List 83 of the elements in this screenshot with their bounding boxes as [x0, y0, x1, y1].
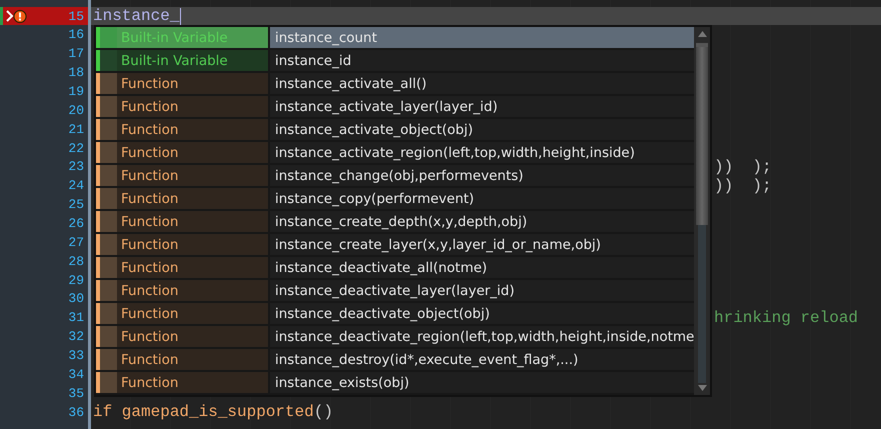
suggestion-type: Built-in Variable	[117, 50, 268, 71]
line-number: 23	[68, 159, 84, 174]
suggestion-item[interactable]: Built-in Variable instance_count	[96, 27, 694, 50]
line-number: 15	[68, 8, 84, 24]
line-number: 26	[68, 216, 84, 231]
code-text: )) );	[714, 158, 772, 176]
suggestion-item[interactable]: Function instance_deactivate_all(notme)	[96, 257, 694, 280]
line-number: 19	[68, 84, 84, 99]
suggestion-type: Function	[117, 349, 268, 370]
kind-swatch-icon	[100, 119, 117, 140]
code-text: ()	[314, 403, 334, 422]
scroll-up-icon[interactable]	[696, 29, 709, 39]
suggestion-type: Function	[117, 234, 268, 255]
kind-swatch-icon	[100, 50, 117, 71]
suggestion-item[interactable]: Function instance_exists(obj)	[96, 372, 694, 395]
suggestion-item[interactable]: Function instance_destroy(id*,execute_event_flag*,...)	[96, 349, 694, 372]
suggestion-item[interactable]: Function instance_deactivate_layer(layer_id)	[96, 280, 694, 303]
suggestion-item[interactable]: Function instance_change(obj,performevents)	[96, 165, 694, 188]
suggestion-item[interactable]: Built-in Variable instance_id	[96, 50, 694, 73]
suggestion-type: Function	[117, 211, 268, 232]
suggestion-type: Function	[117, 142, 268, 163]
suggestion-item[interactable]: Function instance_activate_object(obj)	[96, 119, 694, 142]
kind-swatch-icon	[100, 234, 117, 255]
suggestion-item[interactable]: Function instance_activate_region(left,top,width,height,inside)	[96, 142, 694, 165]
kind-swatch-icon	[100, 280, 117, 301]
suggestion-item[interactable]: Function instance_create_layer(x,y,layer_id_or_name,obj)	[96, 234, 694, 257]
kind-swatch-icon	[100, 303, 117, 324]
line-number: 25	[68, 197, 84, 212]
suggestion-type: Function	[117, 257, 268, 278]
suggestion-item[interactable]: Function instance_activate_layer(layer_id)	[96, 96, 694, 119]
suggestion-type: Built-in Variable	[117, 27, 268, 48]
kind-swatch-icon	[100, 188, 117, 209]
line-number: 18	[68, 65, 84, 80]
suggestion-type: Function	[117, 280, 268, 301]
kind-swatch-icon	[100, 372, 117, 393]
line-number: 28	[68, 254, 84, 269]
kind-swatch-icon	[100, 349, 117, 370]
suggestion-type: Function	[117, 96, 268, 117]
line-number: 24	[68, 178, 84, 194]
line-number: 34	[68, 366, 84, 382]
line-number: 35	[68, 386, 84, 401]
suggestion-item[interactable]: Function instance_activate_all()	[96, 73, 694, 96]
code-text: )) );	[714, 176, 772, 195]
kind-swatch-icon	[100, 142, 117, 163]
suggestion-item[interactable]: Function instance_copy(performevent)	[96, 188, 694, 211]
suggestion-type: Function	[117, 165, 268, 186]
suggestion-type: Function	[117, 73, 268, 94]
line-number: 21	[68, 122, 84, 137]
code-text: instance_	[93, 7, 180, 26]
line-number: 16	[68, 27, 84, 42]
suggestion-type: Function	[117, 326, 268, 347]
line-number: 22	[68, 140, 84, 156]
suggestion-type: Function	[117, 119, 268, 140]
line-number: 36	[68, 404, 84, 420]
line-number: 33	[68, 348, 84, 363]
kind-swatch-icon	[100, 73, 117, 94]
suggestion-name: instance_count	[268, 27, 694, 48]
line-number: 27	[68, 234, 84, 250]
kind-swatch-icon	[100, 211, 117, 232]
text-cursor	[180, 8, 182, 25]
suggestion-item[interactable]: Function instance_deactivate_region(left,top,width,height,inside,notme	[96, 326, 694, 349]
line-number: 31	[68, 310, 84, 326]
suggestion-type: Function	[117, 303, 268, 324]
code-text: hrinking reload	[714, 308, 858, 327]
kind-swatch-icon	[100, 27, 117, 48]
scrollbar-thumb[interactable]	[696, 43, 708, 225]
scroll-down-icon[interactable]	[696, 383, 709, 393]
suggestion-item[interactable]: Function instance_create_depth(x,y,depth,obj)	[96, 211, 694, 234]
line-number: 29	[68, 272, 84, 288]
line-number: 30	[68, 291, 84, 306]
kind-swatch-icon	[100, 326, 117, 347]
suggestion-type: Function	[117, 372, 268, 393]
line-number: 32	[68, 329, 84, 344]
kind-swatch-icon	[100, 96, 117, 117]
line-number: 20	[68, 102, 84, 118]
error-marker-icon	[6, 10, 28, 23]
kind-swatch-icon	[100, 257, 117, 278]
kind-swatch-icon	[100, 165, 117, 186]
line-number: 17	[68, 46, 84, 62]
code-text: if gamepad_is_supported	[93, 403, 314, 422]
suggestion-item[interactable]: Function instance_deactivate_object(obj)	[96, 303, 694, 326]
suggestion-type: Function	[117, 188, 268, 209]
scrollbar[interactable]	[694, 27, 710, 395]
